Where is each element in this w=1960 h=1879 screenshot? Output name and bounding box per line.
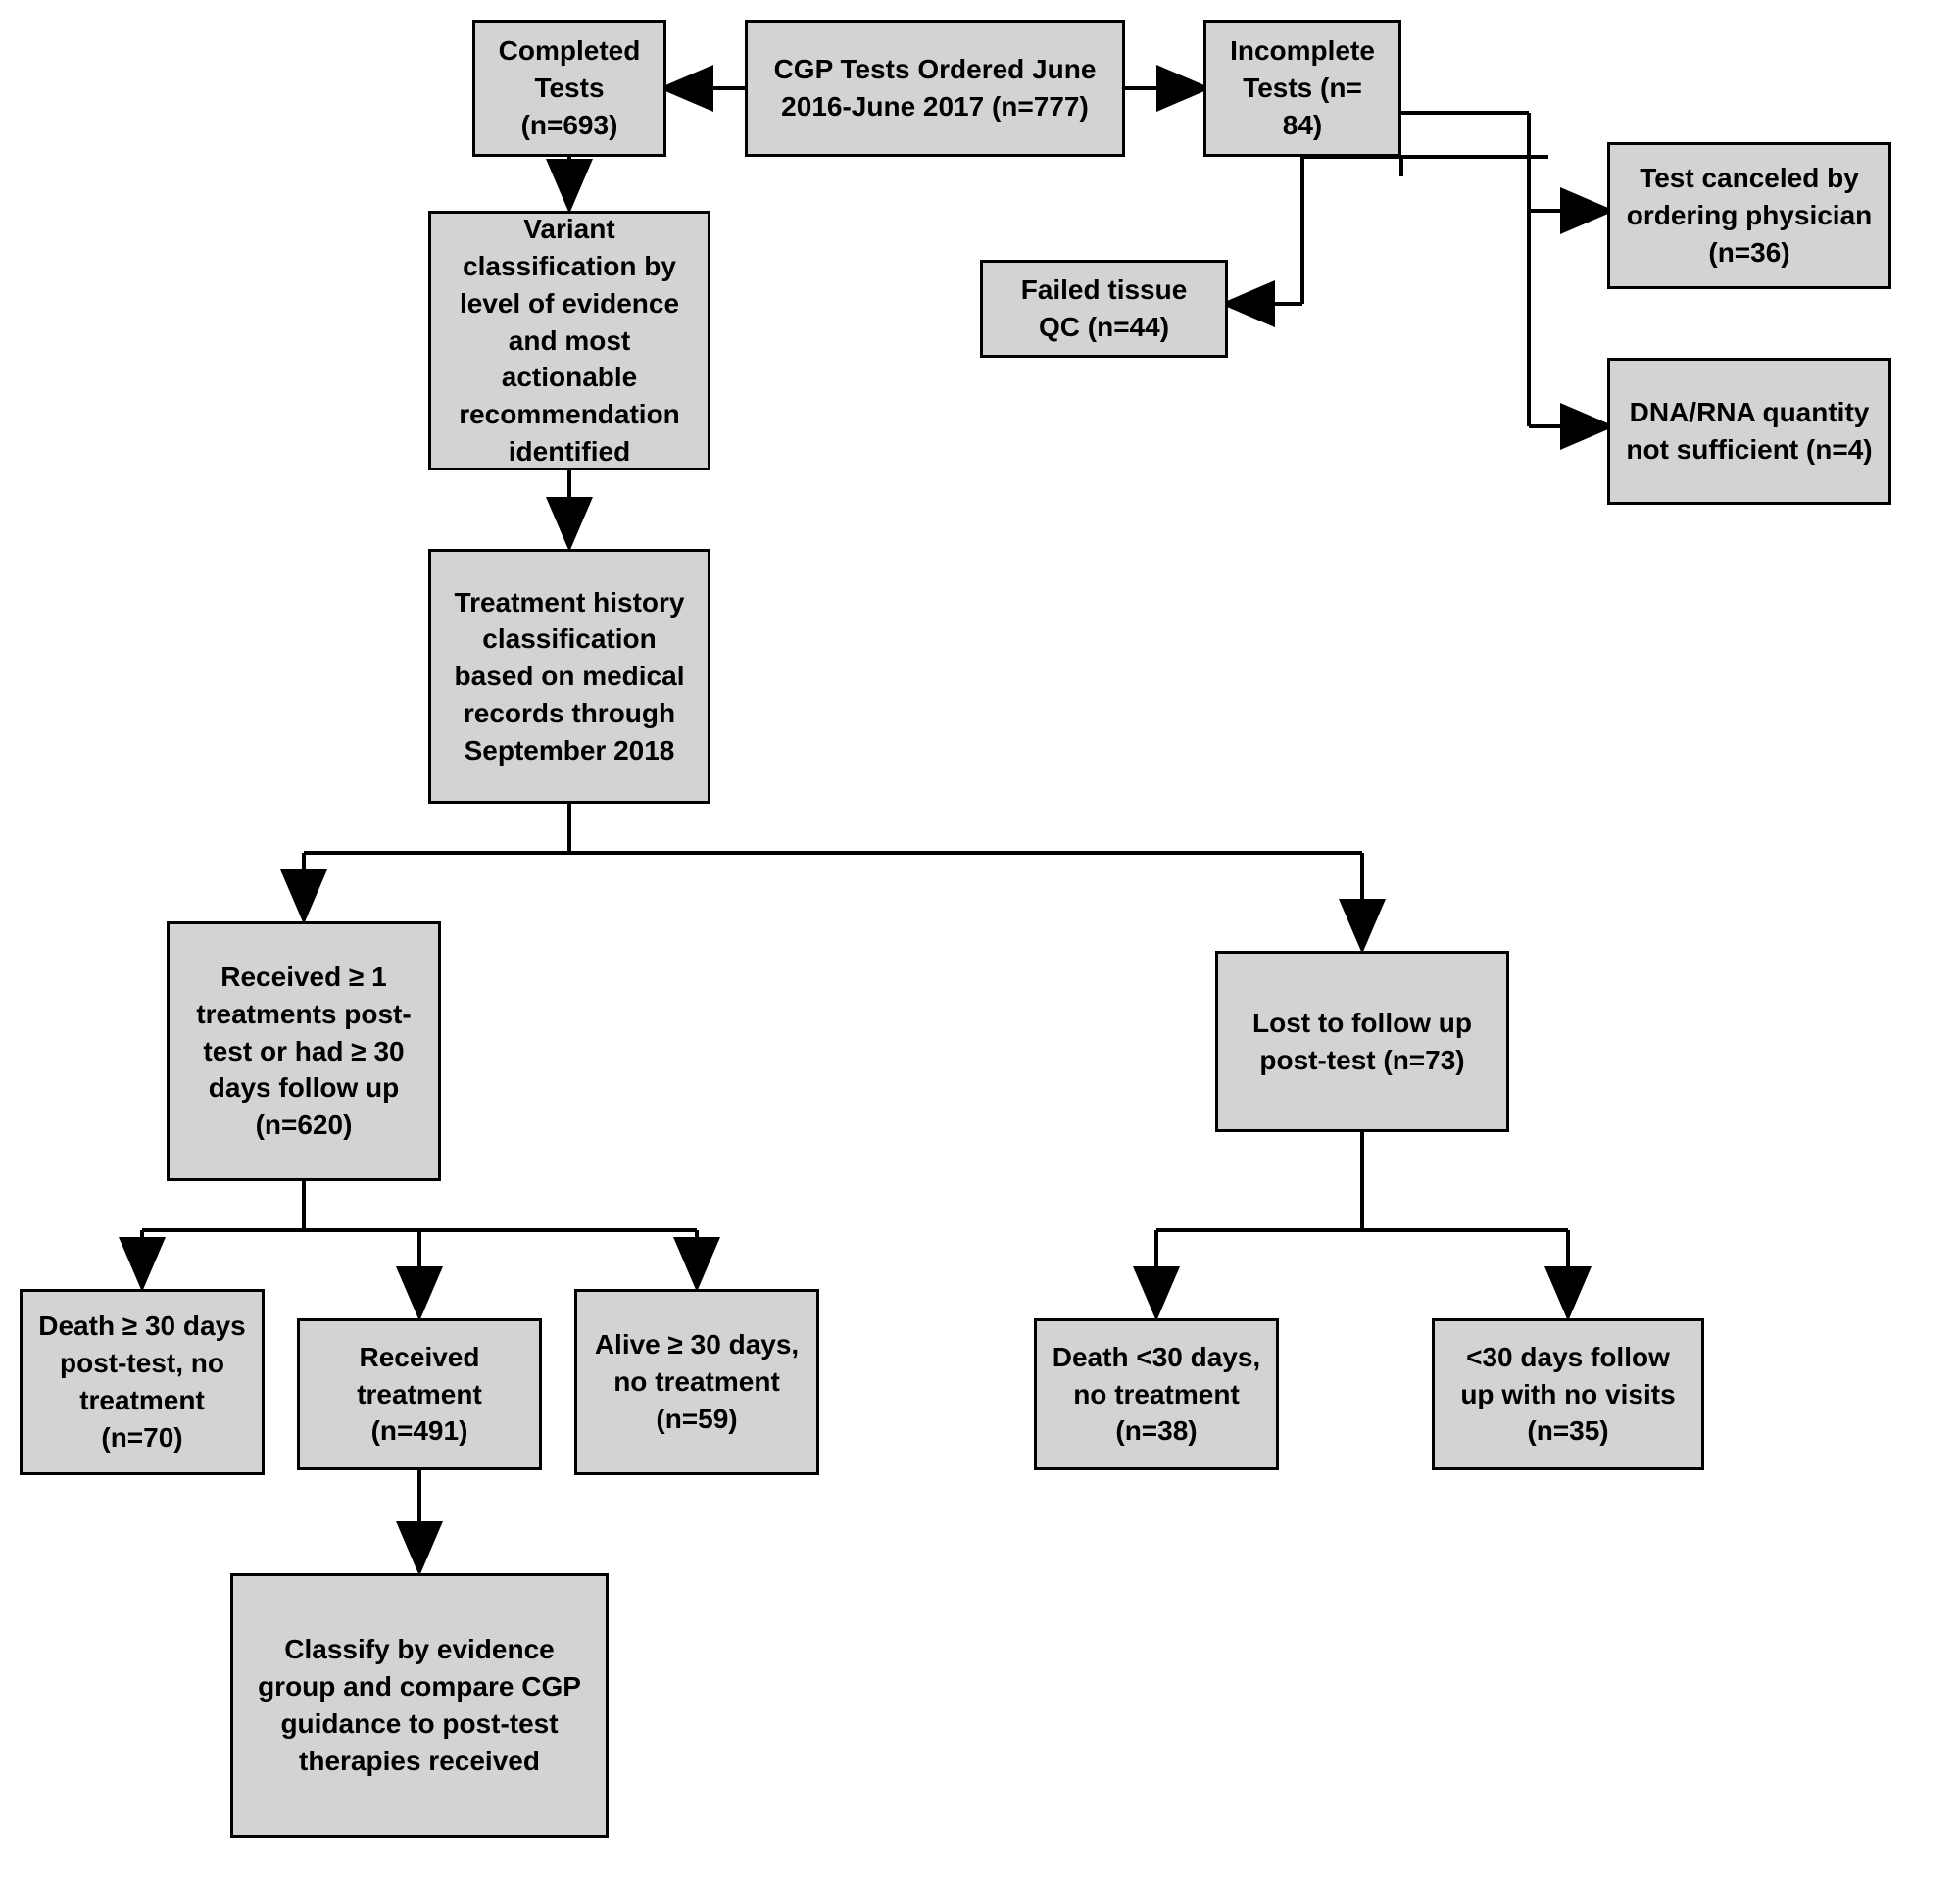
node-text: Lost to follow up post-test (n=73) xyxy=(1232,1005,1493,1079)
node-death-lt30: Death <30 days, no treatment (n=38) xyxy=(1034,1318,1279,1470)
node-text: Death <30 days, no treatment (n=38) xyxy=(1051,1339,1262,1450)
node-text: CGP Tests Ordered June 2016-June 2017 (n… xyxy=(761,51,1108,125)
node-test-canceled: Test canceled by ordering physician (n=3… xyxy=(1607,142,1891,289)
node-dna-rna: DNA/RNA quantity not sufficient (n=4) xyxy=(1607,358,1891,505)
node-failed-qc: Failed tissue QC (n=44) xyxy=(980,260,1228,358)
node-classify-evidence: Classify by evidence group and compare C… xyxy=(230,1573,609,1838)
node-text: Failed tissue QC (n=44) xyxy=(997,272,1211,346)
node-text: Received treatment (n=491) xyxy=(314,1339,525,1450)
node-text: Completed Tests (n=693) xyxy=(489,32,650,143)
node-cgp-ordered: CGP Tests Ordered June 2016-June 2017 (n… xyxy=(745,20,1125,157)
node-text: Received ≥ 1 treatments post-test or had… xyxy=(183,959,424,1144)
node-text: Classify by evidence group and compare C… xyxy=(247,1631,592,1779)
node-text: Death ≥ 30 days post-test, no treatment … xyxy=(36,1308,248,1456)
node-received-treatment: Received treatment (n=491) xyxy=(297,1318,542,1470)
node-variant-classification: Variant classification by level of evide… xyxy=(428,211,710,470)
node-text: Treatment history classification based o… xyxy=(445,584,694,769)
node-alive-ge30: Alive ≥ 30 days, no treatment (n=59) xyxy=(574,1289,819,1475)
node-received-ge1: Received ≥ 1 treatments post-test or had… xyxy=(167,921,441,1181)
node-text: <30 days follow up with no visits (n=35) xyxy=(1448,1339,1688,1450)
node-lt30-followup: <30 days follow up with no visits (n=35) xyxy=(1432,1318,1704,1470)
node-death-ge30: Death ≥ 30 days post-test, no treatment … xyxy=(20,1289,265,1475)
node-text: Incomplete Tests (n= 84) xyxy=(1220,32,1385,143)
node-treatment-history: Treatment history classification based o… xyxy=(428,549,710,804)
node-text: Alive ≥ 30 days, no treatment (n=59) xyxy=(591,1326,803,1437)
node-text: DNA/RNA quantity not sufficient (n=4) xyxy=(1624,394,1875,469)
node-lost-followup: Lost to follow up post-test (n=73) xyxy=(1215,951,1509,1132)
node-completed: Completed Tests (n=693) xyxy=(472,20,666,157)
node-text: Test canceled by ordering physician (n=3… xyxy=(1624,160,1875,271)
node-text: Variant classification by level of evide… xyxy=(445,211,694,470)
node-incomplete: Incomplete Tests (n= 84) xyxy=(1203,20,1401,157)
